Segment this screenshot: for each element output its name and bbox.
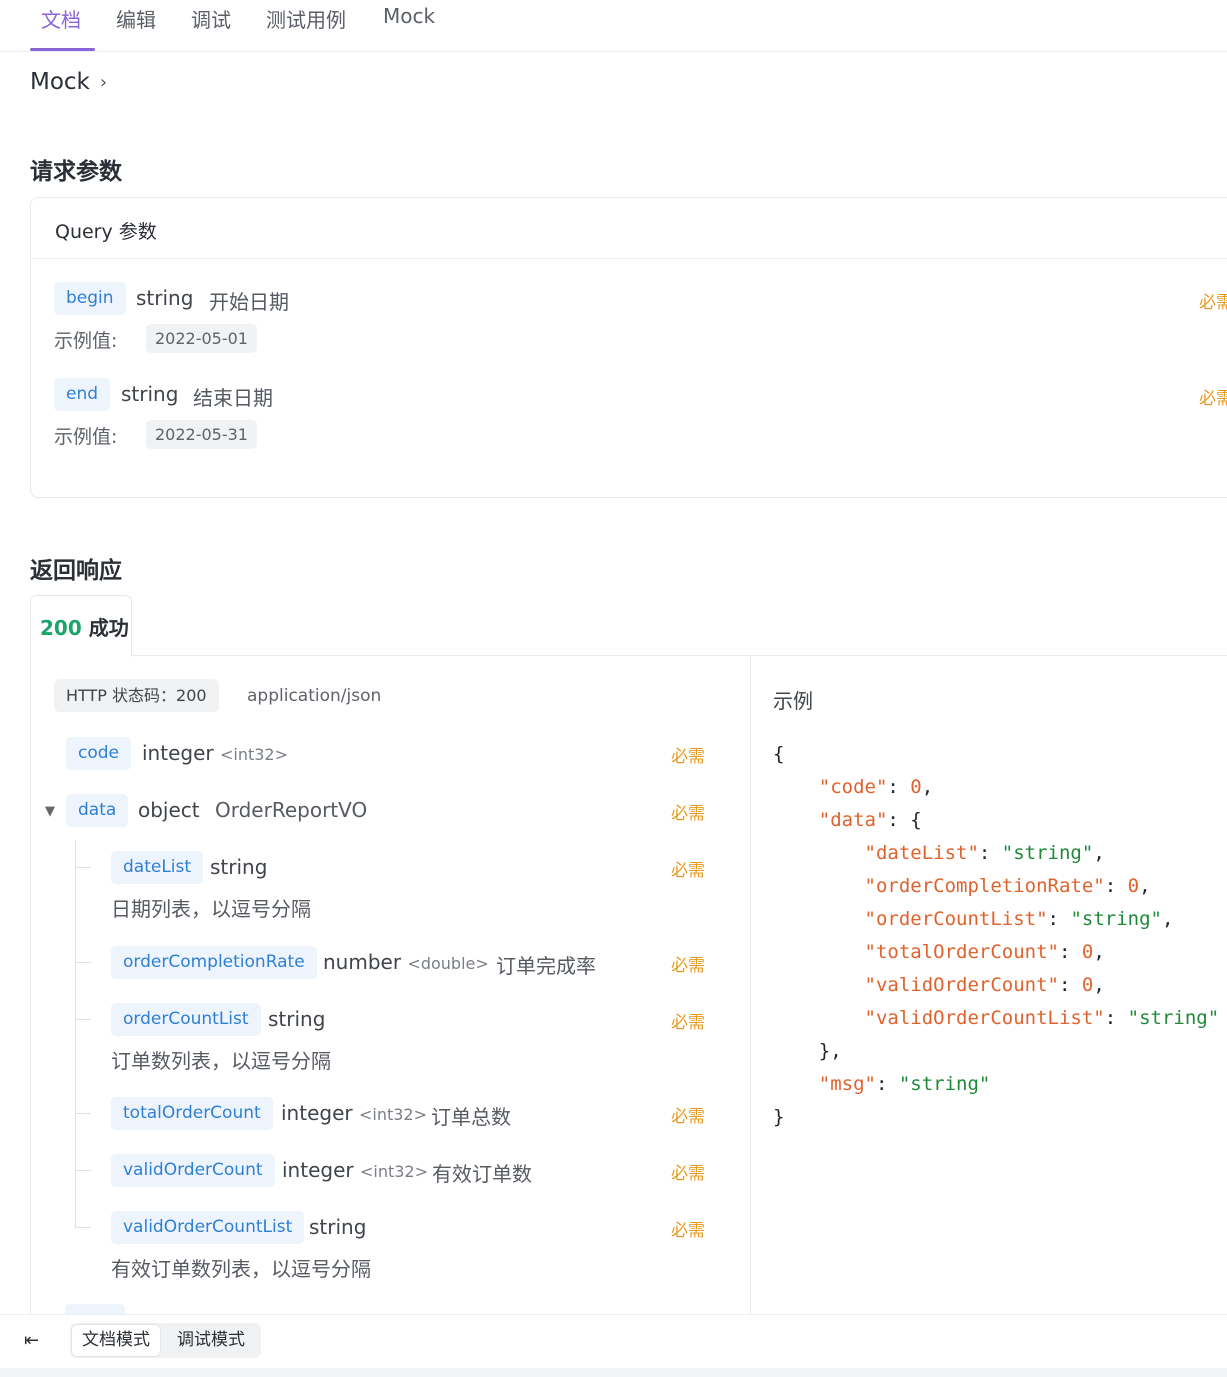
example-json-code[interactable]: { "code": 0, "data": { "dateList": "stri… xyxy=(773,738,1219,1134)
field-type: string xyxy=(309,1215,367,1239)
status-code: 200 xyxy=(40,616,82,640)
field-desc: 订单数列表，以逗号分隔 xyxy=(111,1049,331,1073)
field-name-data: data xyxy=(66,794,129,827)
debug-mode-button[interactable]: 调试模式 xyxy=(167,1325,255,1356)
mode-switch: 文档模式 调试模式 xyxy=(70,1323,261,1358)
tree-branch xyxy=(75,867,91,868)
required-badge: 必需 xyxy=(1199,389,1227,409)
example-value[interactable]: 2022-05-01 xyxy=(146,324,257,353)
content-type: application/json xyxy=(247,686,382,706)
top-tab-bar: 文档 编辑 调试 测试用例 Mock xyxy=(0,0,1227,52)
tab-edit[interactable]: 编辑 xyxy=(116,4,156,33)
param-type: string xyxy=(136,286,194,310)
http-status-chip: HTTP 状态码：200 xyxy=(54,679,219,712)
doc-mode-button[interactable]: 文档模式 xyxy=(72,1325,160,1356)
required-badge: 必需 xyxy=(671,956,705,976)
required-badge: 必需 xyxy=(671,1164,705,1184)
field-type: number <double> xyxy=(323,950,489,974)
response-heading: 返回响应 xyxy=(30,558,122,584)
divider xyxy=(131,655,1227,656)
bottom-strip xyxy=(0,1368,1227,1377)
field-type: integer <int32> xyxy=(282,1158,428,1182)
tree-branch xyxy=(75,1227,91,1228)
tree-branch xyxy=(75,1113,91,1114)
field-type: integer <int32> xyxy=(142,741,288,765)
query-card-header: Query 参数 xyxy=(31,198,1227,259)
required-badge: 必需 xyxy=(671,1013,705,1033)
tree-branch xyxy=(75,1019,91,1020)
required-badge: 必需 xyxy=(1199,293,1227,313)
required-badge: 必需 xyxy=(671,1107,705,1127)
field-name-validOrderCountList: validOrderCountList xyxy=(111,1211,305,1244)
field-name-orderCountList: orderCountList xyxy=(111,1003,261,1036)
required-badge: 必需 xyxy=(671,1221,705,1241)
field-desc: 订单总数 xyxy=(431,1105,511,1129)
example-title: 示例 xyxy=(773,689,813,713)
field-desc: 有效订单数列表，以逗号分隔 xyxy=(111,1257,371,1281)
query-card-title: Query 参数 xyxy=(55,221,157,243)
param-type: string xyxy=(121,382,179,406)
breadcrumb-mock[interactable]: Mock xyxy=(30,69,90,95)
tab-docs[interactable]: 文档 xyxy=(41,4,81,33)
field-name-orderCompletionRate: orderCompletionRate xyxy=(111,946,317,979)
field-desc: 订单完成率 xyxy=(496,954,596,978)
request-params-heading: 请求参数 xyxy=(30,159,122,185)
param-name-begin: begin xyxy=(54,282,126,315)
field-name-totalOrderCount: totalOrderCount xyxy=(111,1097,273,1130)
next-field-pill xyxy=(65,1304,125,1314)
field-type: string xyxy=(210,855,268,879)
active-tab-indicator xyxy=(30,48,95,51)
example-label: 示例值: xyxy=(54,330,118,352)
tab-debug[interactable]: 调试 xyxy=(191,4,231,33)
param-name-end: end xyxy=(54,378,111,411)
field-desc: 日期列表，以逗号分隔 xyxy=(111,897,311,921)
field-name-code: code xyxy=(66,737,131,770)
breadcrumb[interactable]: Mock › xyxy=(30,69,107,95)
field-desc: 有效订单数 xyxy=(432,1162,532,1186)
field-type: object xyxy=(138,798,200,822)
tab-test-cases[interactable]: 测试用例 xyxy=(266,4,346,33)
field-name-validOrderCount: validOrderCount xyxy=(111,1154,275,1187)
collapse-caret-icon[interactable]: ▼ xyxy=(45,804,55,819)
tree-branch xyxy=(75,1170,91,1171)
status-label: 成功 xyxy=(88,616,129,640)
divider xyxy=(30,656,31,1316)
field-type: string xyxy=(268,1007,326,1031)
required-badge: 必需 xyxy=(671,747,705,767)
response-tab-200[interactable]: 200 成功 xyxy=(30,595,132,657)
field-type: integer <int32> xyxy=(281,1101,427,1125)
tab-mock[interactable]: Mock xyxy=(383,4,435,28)
field-name-dateList: dateList xyxy=(111,851,204,884)
field-ref: OrderReportVO xyxy=(215,798,368,822)
param-desc: 开始日期 xyxy=(209,290,289,314)
param-desc: 结束日期 xyxy=(193,386,273,410)
example-label: 示例值: xyxy=(54,426,118,448)
required-badge: 必需 xyxy=(671,804,705,824)
tree-branch xyxy=(75,962,91,963)
collapse-left-icon[interactable]: ⇤ xyxy=(24,1330,39,1351)
example-value[interactable]: 2022-05-31 xyxy=(146,420,257,449)
chevron-right-icon: › xyxy=(99,71,108,93)
divider xyxy=(750,656,751,1316)
required-badge: 必需 xyxy=(671,861,705,881)
